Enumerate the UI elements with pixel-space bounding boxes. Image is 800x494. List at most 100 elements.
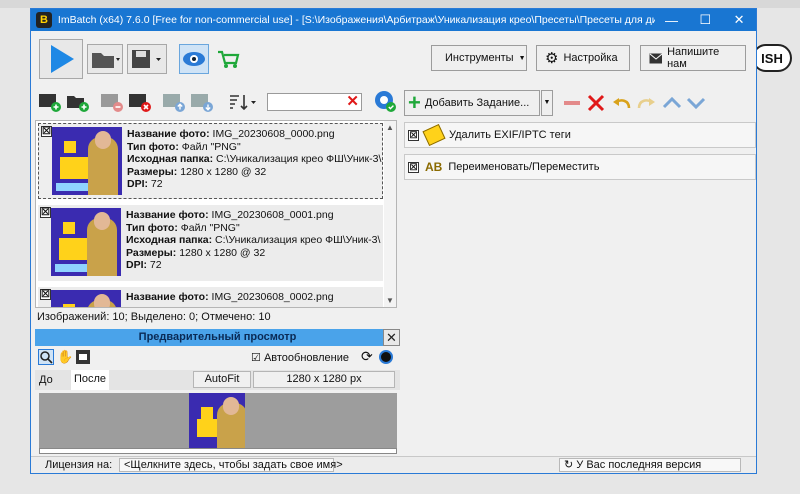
undo-icon xyxy=(613,98,631,109)
task-item[interactable]: ☒ Удалить EXIF/IPTC теги xyxy=(404,122,756,148)
refresh-button[interactable]: ⟳ xyxy=(361,349,377,365)
chevron-down-icon xyxy=(686,97,706,110)
image-folder: C:\Уникализация крео ФШ\Уник-3\ xyxy=(216,153,382,165)
close-button[interactable]: ✕ xyxy=(722,9,756,31)
clear-images-button[interactable] xyxy=(127,91,153,113)
preview-canvas[interactable] xyxy=(39,393,397,448)
list-scrollbar[interactable]: ▲ ▼ xyxy=(384,121,396,307)
autofit-button[interactable]: AutoFit xyxy=(193,371,251,388)
settings-button[interactable]: ⚙ Настройка xyxy=(536,45,630,71)
image-name: IMG_20230608_0001.png xyxy=(211,209,334,221)
scroll-down-icon[interactable]: ▼ xyxy=(386,296,394,305)
preview-scrollbar[interactable] xyxy=(39,448,397,454)
item-checkbox[interactable]: ☒ xyxy=(41,126,52,137)
fit-tool-button[interactable] xyxy=(76,350,90,364)
tools-menu-button[interactable]: Инструменты ▼ xyxy=(431,45,527,71)
redo-button[interactable] xyxy=(635,94,657,112)
save-button[interactable] xyxy=(127,44,167,74)
add-image-icon xyxy=(39,94,61,112)
images-list[interactable]: ☒ Название фото: IMG_20230608_0000.png Т… xyxy=(35,120,397,308)
move-down-icon xyxy=(191,94,213,112)
scroll-up-icon[interactable]: ▲ xyxy=(386,123,394,132)
image-folder: C:\Уникализация крео ФШ\Уник-3\ xyxy=(215,234,381,246)
move-up-button[interactable] xyxy=(161,91,187,113)
remove-task-button[interactable] xyxy=(561,94,583,112)
settings-label: Настройка xyxy=(563,52,618,64)
dpi-label: DPI: xyxy=(127,178,148,190)
add-task-dropdown[interactable]: ▼ xyxy=(541,90,553,116)
image-type: Файл "PNG" xyxy=(180,221,240,234)
search-input[interactable]: ✕ xyxy=(267,93,362,111)
zoom-icon xyxy=(40,351,53,364)
dropdown-arrow-icon: ▼ xyxy=(543,99,551,106)
remove-image-button[interactable] xyxy=(99,91,125,113)
window-title: ImBatch (x64) 7.6.0 [Free for non-commer… xyxy=(57,14,655,26)
tab-after[interactable]: После xyxy=(71,370,109,390)
task-checkbox[interactable]: ☒ xyxy=(408,161,419,173)
background-ish-button[interactable]: ISH xyxy=(752,44,792,72)
image-settings-button[interactable] xyxy=(372,88,398,114)
task-item[interactable]: ☒ AB Переименовать/Переместить xyxy=(404,154,756,180)
minimize-button[interactable]: — xyxy=(655,9,689,31)
name-label: Название фото: xyxy=(126,209,209,221)
sort-button[interactable] xyxy=(225,91,259,113)
chevron-up-icon xyxy=(662,96,682,109)
gear-icon: ⚙ xyxy=(545,50,559,67)
app-icon: B xyxy=(36,12,52,28)
folder-label: Исходная папка: xyxy=(127,153,214,165)
remove-image-icon xyxy=(101,94,123,112)
size-label: Размеры: xyxy=(126,246,177,259)
add-image-button[interactable] xyxy=(37,91,63,113)
save-icon xyxy=(132,50,161,68)
list-item[interactable]: ☒ Название фото: IMG_20230608_0001.png Т… xyxy=(38,205,383,281)
image-info: Название фото: IMG_20230608_0002.png xyxy=(126,291,334,304)
item-checkbox[interactable]: ☒ xyxy=(40,207,51,218)
dpi-label: DPI: xyxy=(126,259,147,271)
license-label: Лицензия на: xyxy=(45,459,113,471)
list-item[interactable]: ☒ Название фото: IMG_20230608_0002.png xyxy=(38,287,383,307)
item-checkbox[interactable]: ☒ xyxy=(40,289,51,300)
add-task-button[interactable]: + Добавить Задание... xyxy=(404,90,540,116)
list-item[interactable]: ☒ Название фото: IMG_20230608_0000.png Т… xyxy=(38,123,383,199)
clear-search-icon[interactable]: ✕ xyxy=(346,92,359,110)
task-up-button[interactable] xyxy=(661,94,683,112)
pan-tool-button[interactable]: ✋ xyxy=(57,349,73,365)
undo-button[interactable] xyxy=(611,94,633,112)
image-dpi: 72 xyxy=(149,259,162,271)
rename-icon: AB xyxy=(425,160,443,174)
image-dpi: 72 xyxy=(150,178,163,190)
image-thumbnail xyxy=(52,127,122,195)
status-bar: Лицензия на: <Щелкните здесь, чтобы зада… xyxy=(31,456,756,473)
contact-button[interactable]: Напишите нам xyxy=(640,45,746,71)
name-label: Название фото: xyxy=(126,291,209,303)
redo-icon xyxy=(637,98,655,109)
task-down-button[interactable] xyxy=(685,94,707,112)
delete-icon xyxy=(587,94,605,112)
preview-close-button[interactable]: ✕ xyxy=(383,329,400,346)
delete-all-tasks-button[interactable] xyxy=(585,93,607,113)
run-button[interactable] xyxy=(39,39,83,79)
move-down-button[interactable] xyxy=(189,91,215,113)
preview-panel: Предварительный просмотр ✕ ✋ ☑ Автообнов… xyxy=(35,329,400,454)
task-checkbox[interactable]: ☒ xyxy=(408,129,419,141)
preview-toggle-button[interactable] xyxy=(179,44,209,74)
version-label: У Вас последняя версия xyxy=(576,459,702,471)
version-status[interactable]: ↻ У Вас последняя версия xyxy=(559,458,741,472)
autoupdate-option[interactable]: ☑ Автообновление xyxy=(251,351,349,364)
open-folder-button[interactable] xyxy=(87,44,123,74)
autoupdate-checkbox[interactable]: ☑ xyxy=(251,352,261,364)
plus-icon: + xyxy=(408,90,421,115)
zoom-tool-button[interactable] xyxy=(38,349,54,365)
cart-icon xyxy=(218,50,240,68)
tab-before[interactable]: До xyxy=(39,374,53,386)
shop-button[interactable] xyxy=(213,44,243,74)
fit-icon xyxy=(79,354,87,360)
add-folder-button[interactable] xyxy=(65,91,91,113)
license-field[interactable]: <Щелкните здесь, чтобы задать свое имя> xyxy=(119,458,343,472)
record-button[interactable] xyxy=(379,350,393,364)
preview-tabs: До После AutoFit 1280 x 1280 px xyxy=(35,370,400,390)
maximize-button[interactable]: ☐ xyxy=(688,9,722,31)
task-label: Удалить EXIF/IPTC теги xyxy=(449,129,571,141)
title-bar: B ImBatch (x64) 7.6.0 [Free for non-comm… xyxy=(31,9,756,31)
images-toolbar: ✕ xyxy=(35,86,400,116)
